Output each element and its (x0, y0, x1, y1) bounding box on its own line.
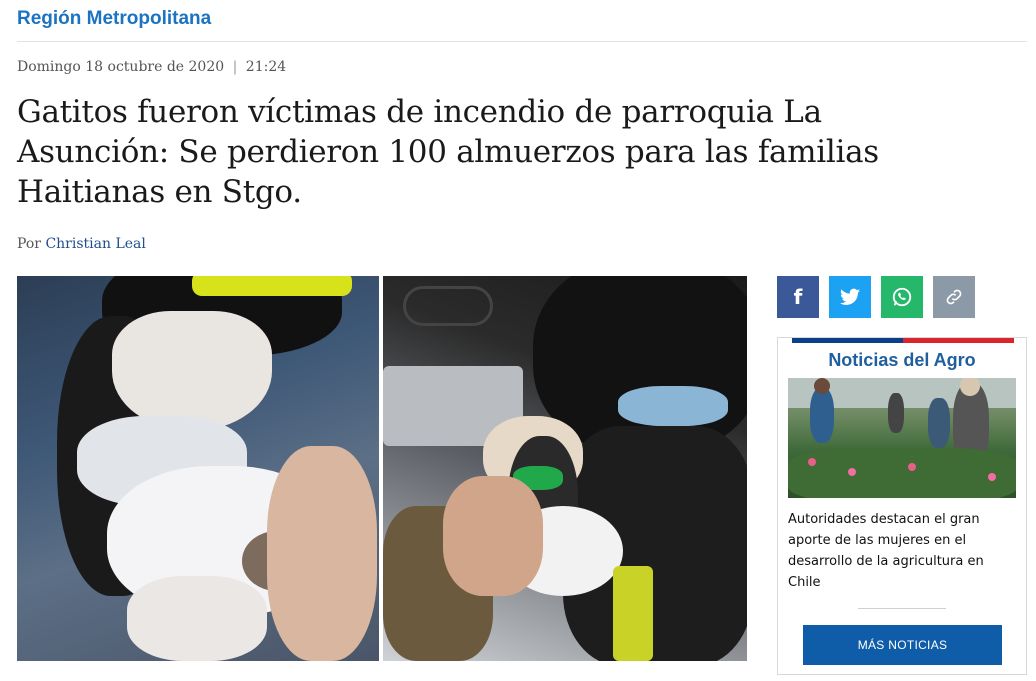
article-time: 21:24 (245, 59, 287, 75)
whatsapp-share-button[interactable] (881, 276, 923, 318)
section-link[interactable]: Región Metropolitana (17, 8, 211, 30)
dateline: Domingo 18 octubre de 2020 | 21:24 (17, 59, 286, 75)
link-icon (946, 289, 962, 305)
facebook-share-button[interactable]: f (777, 276, 819, 318)
agro-box-title: Noticias del Agro (828, 350, 976, 370)
agro-news-box: Noticias del Agro Autoridades destacan e… (777, 337, 1027, 675)
page-title: Gatitos fueron víctimas de incendio de p… (17, 94, 879, 210)
byline-prefix: Por (17, 236, 41, 252)
article-photo-right (383, 276, 747, 661)
twitter-icon (840, 288, 860, 305)
whatsapp-icon (892, 287, 912, 307)
divider (858, 608, 946, 609)
article-date: Domingo 18 octubre de 2020 (17, 59, 225, 75)
copy-link-button[interactable] (933, 276, 975, 318)
agro-news-headline[interactable]: Autoridades destacan el gran aporte de l… (788, 509, 1016, 593)
byline: Por Christian Leal (17, 236, 146, 252)
twitter-share-button[interactable] (829, 276, 871, 318)
agro-news-photo[interactable] (788, 378, 1016, 498)
article-photo-left (17, 276, 379, 661)
dateline-separator: | (232, 59, 238, 75)
divider (17, 41, 1027, 42)
facebook-icon: f (793, 285, 803, 309)
share-bar: f (777, 276, 975, 318)
flag-stripe (792, 338, 1014, 343)
author-link[interactable]: Christian Leal (45, 236, 145, 252)
more-news-button[interactable]: MÁS NOTICIAS (803, 625, 1002, 665)
